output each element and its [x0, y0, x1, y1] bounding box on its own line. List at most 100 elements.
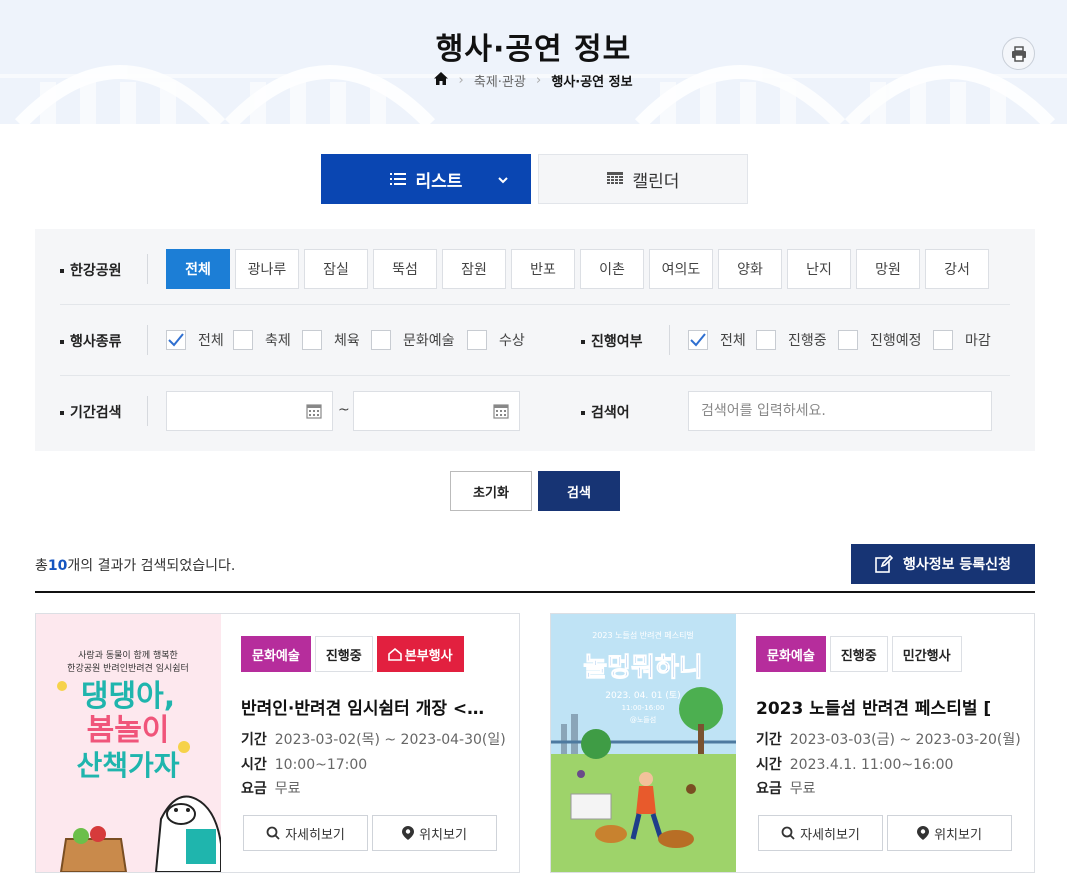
poster-text: 사랑과 동물이 함께 행복한 [78, 649, 178, 661]
calendar-icon[interactable] [493, 403, 509, 423]
fee-label: 요금 [241, 781, 267, 797]
park-chip[interactable]: 광나루 [235, 249, 299, 289]
status-tag: 진행중 [314, 636, 373, 672]
edit-icon [875, 555, 894, 573]
poster-text: 한강공원 반려인반려견 임시쉼터 [67, 662, 189, 674]
type-checkbox[interactable]: 축제 [233, 330, 291, 350]
event-poster[interactable]: 2023 노들섬 반려견 페스티벌 놀멍뭐하니 2023. 04. 01 (토)… [551, 614, 736, 872]
period-filter-label: 기간검색 [60, 402, 122, 422]
park-chip[interactable]: 강서 [925, 249, 989, 289]
result-prefix: 총 [35, 558, 48, 574]
calendar-grid-icon [606, 172, 623, 186]
end-date-input[interactable] [353, 391, 520, 431]
event-title[interactable]: 2023 노들섬 반려견 페스티벌 [ [756, 694, 1018, 719]
divider [35, 591, 1035, 593]
checkbox-icon [233, 330, 253, 350]
type-checkbox-all[interactable]: 전체 [166, 330, 224, 350]
park-chip-all[interactable]: 전체 [166, 249, 230, 289]
poster-headline: 산책가자 [76, 749, 179, 782]
park-chip[interactable]: 여의도 [649, 249, 713, 289]
park-chip[interactable]: 잠실 [304, 249, 368, 289]
result-count: 총10개의 결과가 검색되었습니다. [35, 555, 235, 575]
type-checkbox[interactable]: 체육 [302, 330, 360, 350]
organizer-label: 본부행사 [404, 648, 453, 664]
checkbox-label: 마감 [965, 333, 991, 349]
checkbox-label: 전체 [720, 333, 746, 349]
event-period: 기간 2023-03-02(목) ~ 2023-04-30(일) [241, 729, 506, 749]
register-event-button[interactable]: 행사정보 등록신청 [851, 544, 1035, 584]
register-label: 행사정보 등록신청 [903, 557, 1011, 573]
status-checkbox[interactable]: 진행예정 [838, 330, 922, 350]
chevron-right-icon: › [458, 73, 464, 88]
breadcrumb-current: 행사·공연 정보 [551, 75, 633, 90]
map-button[interactable]: 위치보기 [372, 815, 497, 851]
reset-button[interactable]: 초기화 [450, 471, 532, 511]
organizer-tag: 민간행사 [891, 636, 962, 672]
event-type-label: 행사종류 [60, 331, 122, 351]
period-label: 기간 [241, 732, 267, 748]
page-title: 행사·공연 정보 [435, 32, 632, 67]
home-icon[interactable] [434, 72, 449, 89]
home-icon [387, 647, 402, 661]
park-chip[interactable]: 이촌 [580, 249, 644, 289]
checkbox-icon [933, 330, 953, 350]
divider [60, 375, 1010, 376]
tag-group: 문화예술 진행중 민간행사 [756, 636, 966, 672]
fee-label: 요금 [756, 781, 782, 797]
detail-label: 자세히보기 [800, 827, 860, 843]
park-chip[interactable]: 망원 [856, 249, 920, 289]
search-button[interactable]: 검색 [538, 471, 620, 511]
checkbox-checked-icon [688, 330, 708, 350]
event-card[interactable]: 사랑과 동물이 함께 행복한 한강공원 반려인반려견 임시쉼터 댕댕아, 봄놀이… [35, 613, 520, 873]
calendar-icon[interactable] [306, 403, 322, 423]
breadcrumb-item[interactable]: 축제·관광 [474, 71, 526, 90]
park-chip[interactable]: 양화 [718, 249, 782, 289]
event-poster[interactable]: 사랑과 동물이 함께 행복한 한강공원 반려인반려견 임시쉼터 댕댕아, 봄놀이… [36, 614, 221, 872]
time-label: 시간 [241, 757, 267, 773]
checkbox-label: 진행중 [788, 333, 827, 349]
detail-button[interactable]: 자세히보기 [243, 815, 368, 851]
status-checkbox-all[interactable]: 전체 [688, 330, 746, 350]
checkbox-icon [371, 330, 391, 350]
poster-headline: 댕댕아, [81, 679, 175, 714]
status-checkbox[interactable]: 마감 [933, 330, 991, 350]
checkbox-label: 진행예정 [870, 333, 922, 349]
poster-text: 2023. 04. 01 (토) [605, 691, 680, 701]
park-chip[interactable]: 뚝섬 [373, 249, 437, 289]
calendar-view-button[interactable]: 캘린더 [538, 154, 748, 204]
checkbox-icon [467, 330, 487, 350]
chevron-down-icon [497, 171, 509, 191]
divider [147, 325, 148, 355]
location-pin-icon [917, 826, 930, 840]
status-filter-label: 진행여부 [581, 331, 643, 351]
search-input[interactable]: 검색어를 입력하세요. [688, 391, 992, 431]
checkbox-icon [756, 330, 776, 350]
list-view-button[interactable]: 리스트 [321, 154, 531, 204]
park-chip[interactable]: 반포 [511, 249, 575, 289]
event-title[interactable]: 반려인·반려견 임시쉼터 개장 <… [241, 694, 503, 719]
checkbox-label: 체육 [334, 333, 360, 349]
checkbox-icon [302, 330, 322, 350]
poster-text: @노들섬 [630, 715, 656, 724]
start-date-input[interactable] [166, 391, 333, 431]
park-filter-label: 한강공원 [60, 260, 122, 280]
park-chip[interactable]: 난지 [787, 249, 851, 289]
page-header: 행사·공연 정보 › 축제·관광 › 행사·공연 정보 [0, 0, 1067, 124]
print-button[interactable] [1002, 37, 1035, 70]
type-checkbox[interactable]: 문화예술 [371, 330, 455, 350]
event-time: 시간 10:00~17:00 [241, 754, 367, 774]
checkbox-label: 수상 [499, 333, 525, 349]
event-card[interactable]: 2023 노들섬 반려견 페스티벌 놀멍뭐하니 2023. 04. 01 (토)… [550, 613, 1035, 873]
event-fee: 요금 무료 [756, 778, 816, 798]
detail-button[interactable]: 자세히보기 [758, 815, 883, 851]
park-chip[interactable]: 잠원 [442, 249, 506, 289]
map-button[interactable]: 위치보기 [887, 815, 1012, 851]
type-checkbox[interactable]: 수상 [467, 330, 525, 350]
time-label: 시간 [756, 757, 782, 773]
checkbox-label: 문화예술 [403, 333, 455, 349]
search-icon [266, 826, 280, 840]
checkbox-checked-icon [166, 330, 186, 350]
status-tag: 진행중 [829, 636, 888, 672]
status-checkbox[interactable]: 진행중 [756, 330, 827, 350]
result-suffix: 개의 결과가 검색되었습니다. [67, 558, 236, 574]
